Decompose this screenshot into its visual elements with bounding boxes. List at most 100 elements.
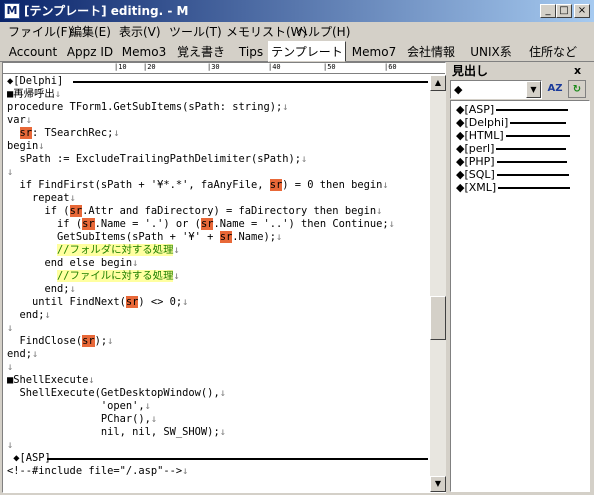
code-line: begin↓ — [7, 140, 45, 153]
code-line: until FindNext(sr) <> 0;↓ — [7, 296, 188, 309]
code-line: ↓ — [7, 439, 13, 452]
code-line: end else begin↓ — [7, 257, 139, 270]
list-item[interactable]: ◆[Delphi] — [456, 116, 567, 129]
ruler-mark: |20 — [143, 63, 156, 71]
code-line: end;↓ — [7, 309, 51, 322]
code-line: ↓ — [7, 166, 13, 179]
ruler-mark: |50 — [323, 63, 336, 71]
newline-mark: ↓ — [219, 387, 226, 399]
newline-mark: ↓ — [69, 283, 76, 295]
list-item[interactable]: ◆[SQL] — [456, 168, 569, 181]
code-text: until FindNext( — [7, 296, 126, 308]
list-item[interactable]: ◆[XML] — [456, 181, 571, 194]
code-line: ◆[ASP] — [7, 452, 51, 465]
list-item[interactable]: ◆[HTML] — [456, 129, 570, 142]
newline-mark: ↓ — [88, 374, 95, 386]
tab-company-info[interactable]: 会社情報 — [400, 43, 462, 61]
code-text: PChar(), — [7, 413, 151, 425]
code-line: 'open',↓ — [7, 400, 151, 413]
code-line: ShellExecute(GetDesktopWindow(),↓ — [7, 387, 226, 400]
list-item[interactable]: ◆[PHP] — [456, 155, 567, 168]
headings-list: ◆[ASP] ◆[Delphi] ◆[HTML] ◆[perl] ◆[PHP] … — [450, 100, 590, 492]
code-line: sPath := ExcludeTrailingPathDelimiter(sP… — [7, 153, 308, 166]
newline-mark: ↓ — [32, 348, 39, 360]
code-text: <!--#include file="/.asp"--> — [7, 465, 183, 477]
highlight-token: sr — [82, 335, 95, 347]
code-editor[interactable]: ◆[Delphi] ■再帰呼出↓ procedure TForm1.GetSub… — [3, 75, 430, 492]
newline-mark: ↓ — [376, 205, 383, 217]
code-text: if ( — [7, 205, 70, 217]
code-text: GetSubItems(sPath + '¥' + — [7, 231, 220, 243]
minimize-button[interactable]: _ — [540, 4, 556, 18]
code-line: PChar(),↓ — [7, 413, 157, 426]
tab-appz-id[interactable]: Appz ID — [62, 43, 118, 61]
newline-mark: ↓ — [276, 231, 283, 243]
newline-mark: ↓ — [173, 270, 180, 282]
code-text: .Name = '..') then Continue; — [213, 218, 389, 230]
tab-addresses[interactable]: 住所など — [520, 43, 586, 61]
code-line: sr: TSearchRec;↓ — [7, 127, 120, 140]
headings-panel-title: 見出し — [452, 64, 489, 78]
newline-mark: ↓ — [388, 218, 395, 230]
code-text: nil, nil, SW_SHOW); — [7, 426, 220, 438]
list-item-label: ◆[Delphi] — [456, 116, 509, 129]
menu-tools[interactable]: ツール(T) — [169, 24, 222, 40]
code-text: ); — [94, 335, 108, 347]
vertical-scrollbar[interactable] — [430, 75, 446, 492]
newline-mark: ↓ — [301, 153, 308, 165]
code-text: end; — [7, 283, 70, 295]
code-text: begin — [7, 140, 39, 152]
refresh-icon[interactable]: ↻ — [568, 80, 586, 98]
code-line: //ファイルに対する処理↓ — [7, 270, 180, 283]
code-text: if ( — [7, 218, 83, 230]
tab-template[interactable]: テンプレート — [268, 41, 346, 62]
code-text: 'open', — [7, 400, 145, 412]
tab-account[interactable]: Account — [6, 43, 60, 61]
newline-mark: ↓ — [182, 296, 189, 308]
code-line: //フォルダに対する処理↓ — [7, 244, 180, 257]
tab-oboegaki[interactable]: 覚え書き — [170, 43, 232, 61]
menu-edit[interactable]: 編集(E) — [70, 24, 111, 40]
tab-memo7[interactable]: Memo7 — [350, 43, 398, 61]
newline-mark: ↓ — [173, 244, 180, 256]
list-item-label: ◆[PHP] — [456, 155, 495, 168]
tab-memo3[interactable]: Memo3 — [120, 43, 168, 61]
dropdown-arrow-icon[interactable]: ▼ — [526, 81, 541, 98]
list-item[interactable]: ◆[ASP] — [456, 103, 569, 116]
code-text: FindClose( — [7, 335, 83, 347]
maximize-button[interactable]: □ — [556, 4, 572, 18]
code-line: end;↓ — [7, 283, 76, 296]
code-line: GetSubItems(sPath + '¥' + sr.Name);↓ — [7, 231, 282, 244]
scroll-up-arrow-icon[interactable]: ▲ — [430, 75, 446, 91]
newline-mark: ↓ — [282, 101, 289, 113]
code-text: ■再帰呼出 — [7, 88, 55, 100]
heading-rule — [47, 458, 428, 460]
menu-view[interactable]: 表示(V) — [119, 24, 161, 40]
newline-mark: ↓ — [113, 127, 120, 139]
code-line: ■ShellExecute↓ — [7, 374, 95, 387]
scroll-down-arrow-icon[interactable]: ▼ — [430, 476, 446, 492]
code-text: ◆[ASP] — [7, 452, 51, 464]
newline-mark: ↓ — [132, 257, 139, 269]
newline-mark: ↓ — [107, 335, 114, 347]
newline-mark: ↓ — [7, 166, 14, 178]
code-line: ↓ — [7, 361, 13, 374]
code-text: if FindFirst(sPath + '¥*.*', faAnyFile, — [7, 179, 270, 191]
code-text: ■ShellExecute — [7, 374, 89, 386]
panel-close-icon[interactable]: x — [574, 64, 581, 78]
tab-tips[interactable]: Tips — [234, 43, 268, 61]
app-icon: M — [4, 3, 20, 19]
menu-help[interactable]: ヘルプ(H) — [296, 24, 350, 40]
tab-unix[interactable]: UNIX系 — [464, 43, 518, 61]
sort-icon[interactable]: AZ — [546, 80, 564, 98]
menu-file[interactable]: ファイル(F) — [8, 24, 72, 40]
window-title: [テンプレート] editing. - M — [24, 4, 189, 18]
code-text: : TSearchRec; — [32, 127, 114, 139]
highlight-token: sr — [19, 127, 33, 139]
list-item[interactable]: ◆[perl] — [456, 142, 567, 155]
scroll-thumb[interactable] — [430, 296, 446, 340]
close-button[interactable]: × — [574, 4, 590, 18]
code-text: ShellExecute(GetDesktopWindow(), — [7, 387, 220, 399]
